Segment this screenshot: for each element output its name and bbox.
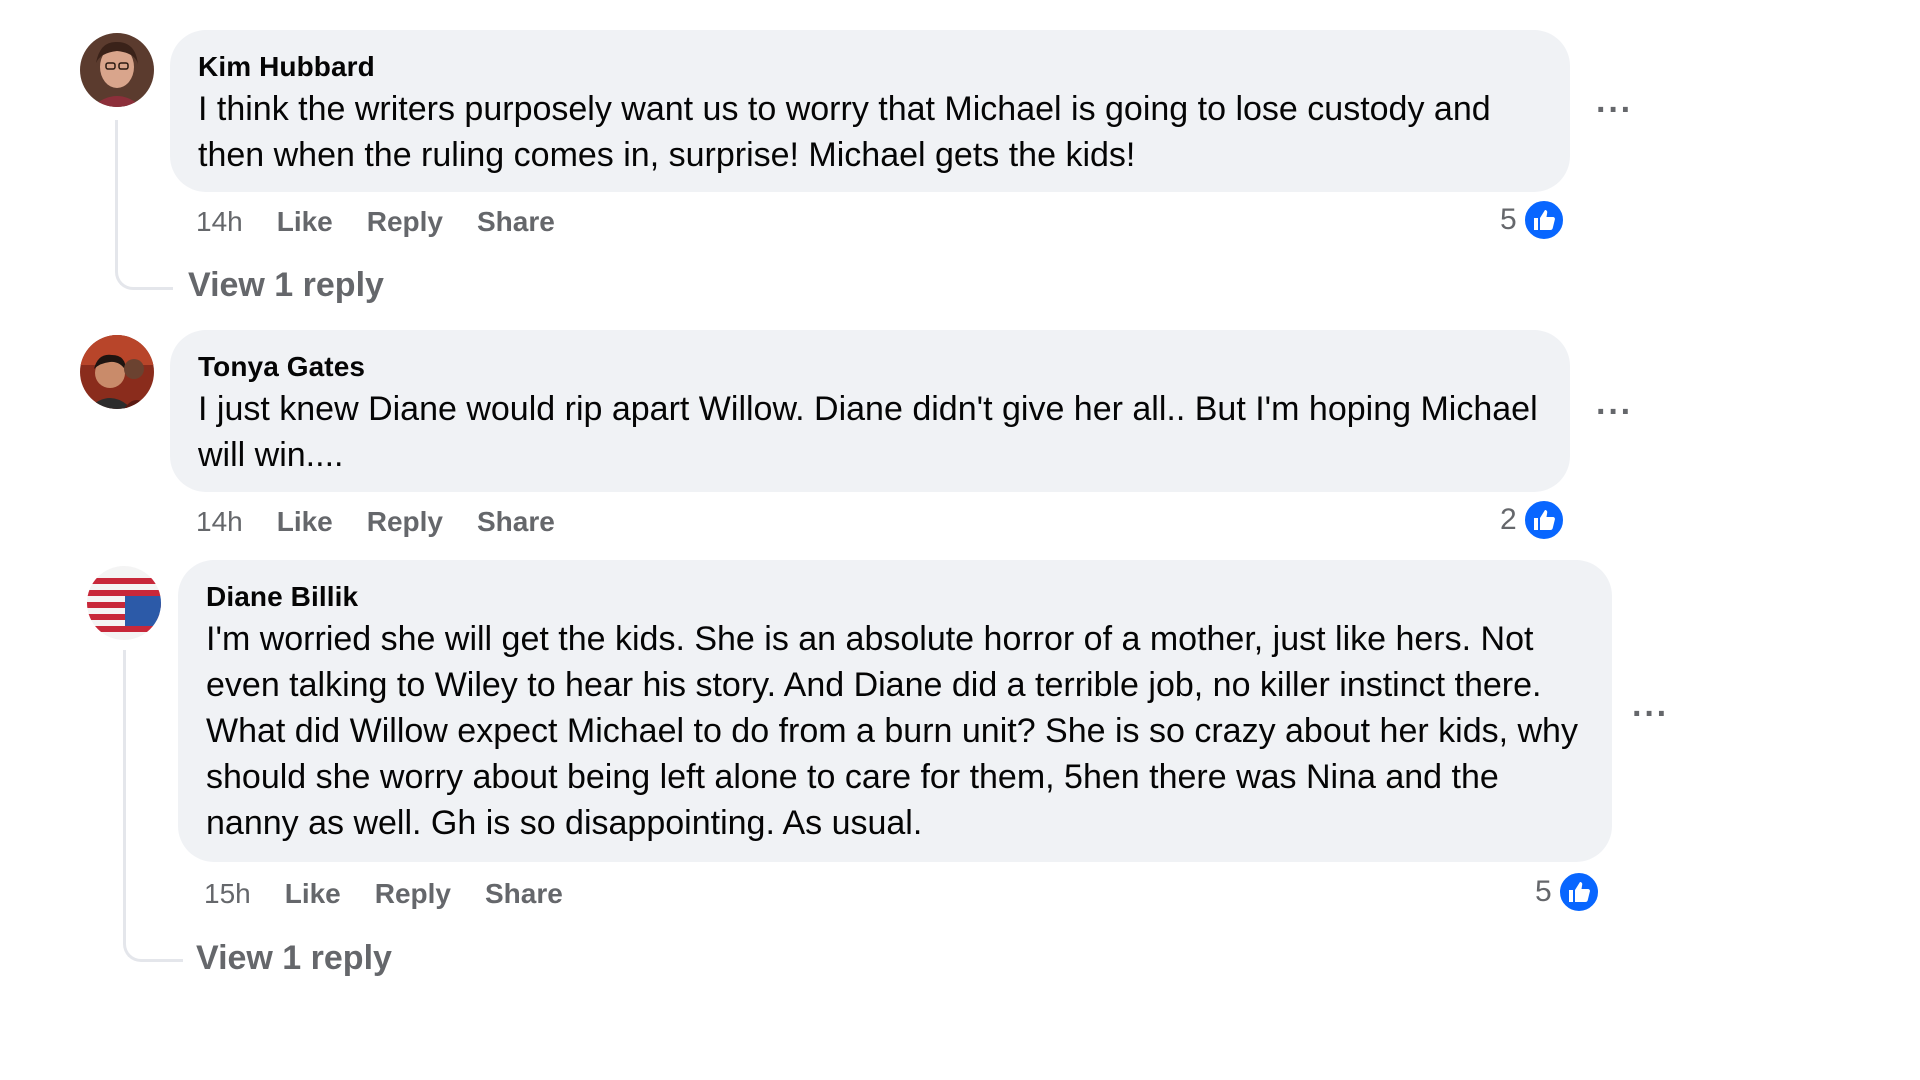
like-reaction-icon bbox=[1557, 871, 1600, 913]
share-button[interactable]: Share bbox=[485, 878, 563, 910]
share-button[interactable]: Share bbox=[477, 506, 555, 538]
like-reaction-icon bbox=[1522, 499, 1565, 541]
comment-author[interactable]: Tonya Gates bbox=[198, 350, 1542, 384]
comment-text: I think the writers purposely want us to… bbox=[198, 90, 1491, 174]
more-options-button[interactable]: ··· bbox=[1596, 395, 1633, 429]
avatar-image bbox=[80, 33, 154, 107]
comment-actions: 14h Like Reply Share bbox=[196, 204, 555, 240]
comment-text: I'm worried she will get the kids. She i… bbox=[206, 620, 1578, 842]
reply-button[interactable]: Reply bbox=[375, 878, 451, 910]
reaction-summary[interactable]: 5 bbox=[1500, 198, 1565, 242]
comment-timestamp[interactable]: 15h bbox=[204, 878, 251, 910]
comment-bubble: Tonya Gates I just knew Diane would rip … bbox=[170, 330, 1570, 492]
share-button[interactable]: Share bbox=[477, 206, 555, 238]
like-button[interactable]: Like bbox=[277, 206, 333, 238]
avatar-image bbox=[87, 566, 161, 640]
reaction-summary[interactable]: 5 bbox=[1535, 870, 1600, 914]
comment-actions: 15h Like Reply Share bbox=[204, 876, 563, 912]
comment-author[interactable]: Kim Hubbard bbox=[198, 50, 1542, 84]
comment-author[interactable]: Diane Billik bbox=[206, 580, 1584, 614]
more-options-button[interactable]: ··· bbox=[1632, 697, 1669, 731]
reaction-count: 5 bbox=[1535, 875, 1552, 908]
comment-bubble: Kim Hubbard I think the writers purposel… bbox=[170, 30, 1570, 192]
reply-button[interactable]: Reply bbox=[367, 206, 443, 238]
like-reaction-icon bbox=[1522, 199, 1565, 241]
comment-timestamp[interactable]: 14h bbox=[196, 206, 243, 238]
reaction-count: 5 bbox=[1500, 203, 1517, 236]
avatar-diane-billik[interactable] bbox=[87, 566, 161, 640]
comment-text: I just knew Diane would rip apart Willow… bbox=[198, 390, 1538, 474]
avatar-kim-hubbard[interactable] bbox=[80, 33, 154, 107]
avatar-tonya-gates[interactable] bbox=[80, 335, 154, 409]
comment-timestamp[interactable]: 14h bbox=[196, 506, 243, 538]
avatar-image bbox=[80, 335, 154, 409]
reaction-count: 2 bbox=[1500, 503, 1517, 536]
reply-thread-line bbox=[123, 650, 183, 962]
comment-bubble: Diane Billik I'm worried she will get th… bbox=[178, 560, 1612, 862]
more-options-button[interactable]: ··· bbox=[1596, 93, 1633, 127]
reaction-summary[interactable]: 2 bbox=[1500, 498, 1565, 542]
view-replies-link[interactable]: View 1 reply bbox=[188, 265, 384, 305]
reply-thread-line bbox=[115, 120, 173, 290]
reply-button[interactable]: Reply bbox=[367, 506, 443, 538]
like-button[interactable]: Like bbox=[277, 506, 333, 538]
view-replies-link[interactable]: View 1 reply bbox=[196, 938, 392, 978]
comment-actions: 14h Like Reply Share bbox=[196, 504, 555, 540]
like-button[interactable]: Like bbox=[285, 878, 341, 910]
